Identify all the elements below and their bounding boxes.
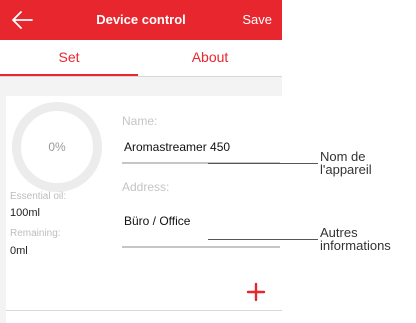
- address-field-label: Address:: [122, 180, 170, 194]
- card-bottom-divider: [6, 310, 282, 311]
- progress-percent: 0%: [48, 140, 66, 154]
- name-field[interactable]: Aromastreamer 450: [124, 140, 230, 154]
- info-callout-line-2: informations: [320, 238, 391, 253]
- name-callout-line-2: l'appareil: [320, 162, 372, 177]
- tab-about[interactable]: About: [138, 40, 282, 76]
- device-settings-card: 0% Essential oil: 100ml Remaining: 0ml N…: [6, 96, 282, 323]
- plus-icon[interactable]: [246, 282, 266, 302]
- name-callout: Nom de l'appareil: [320, 150, 372, 176]
- save-button[interactable]: Save: [242, 12, 272, 27]
- tab-bar: Set About: [0, 40, 282, 76]
- remaining-label: Remaining:: [10, 228, 61, 239]
- essential-oil-label: Essential oil:: [10, 191, 67, 202]
- app-header: Device control Save: [0, 0, 282, 40]
- address-field[interactable]: Büro / Office: [124, 214, 190, 228]
- remaining-value: 0ml: [10, 245, 28, 257]
- address-field-underline: [122, 246, 280, 248]
- tab-set[interactable]: Set: [0, 40, 138, 76]
- page-title: Device control: [96, 12, 186, 27]
- phone-screen: Device control Save Set About 0% Essenti…: [0, 0, 282, 323]
- name-callout-line: [208, 163, 318, 164]
- name-field-label: Name:: [122, 114, 158, 128]
- info-callout-line: [208, 239, 318, 240]
- divider: [0, 76, 282, 77]
- info-callout: Autres informations: [320, 226, 391, 252]
- essential-oil-value: 100ml: [10, 207, 40, 219]
